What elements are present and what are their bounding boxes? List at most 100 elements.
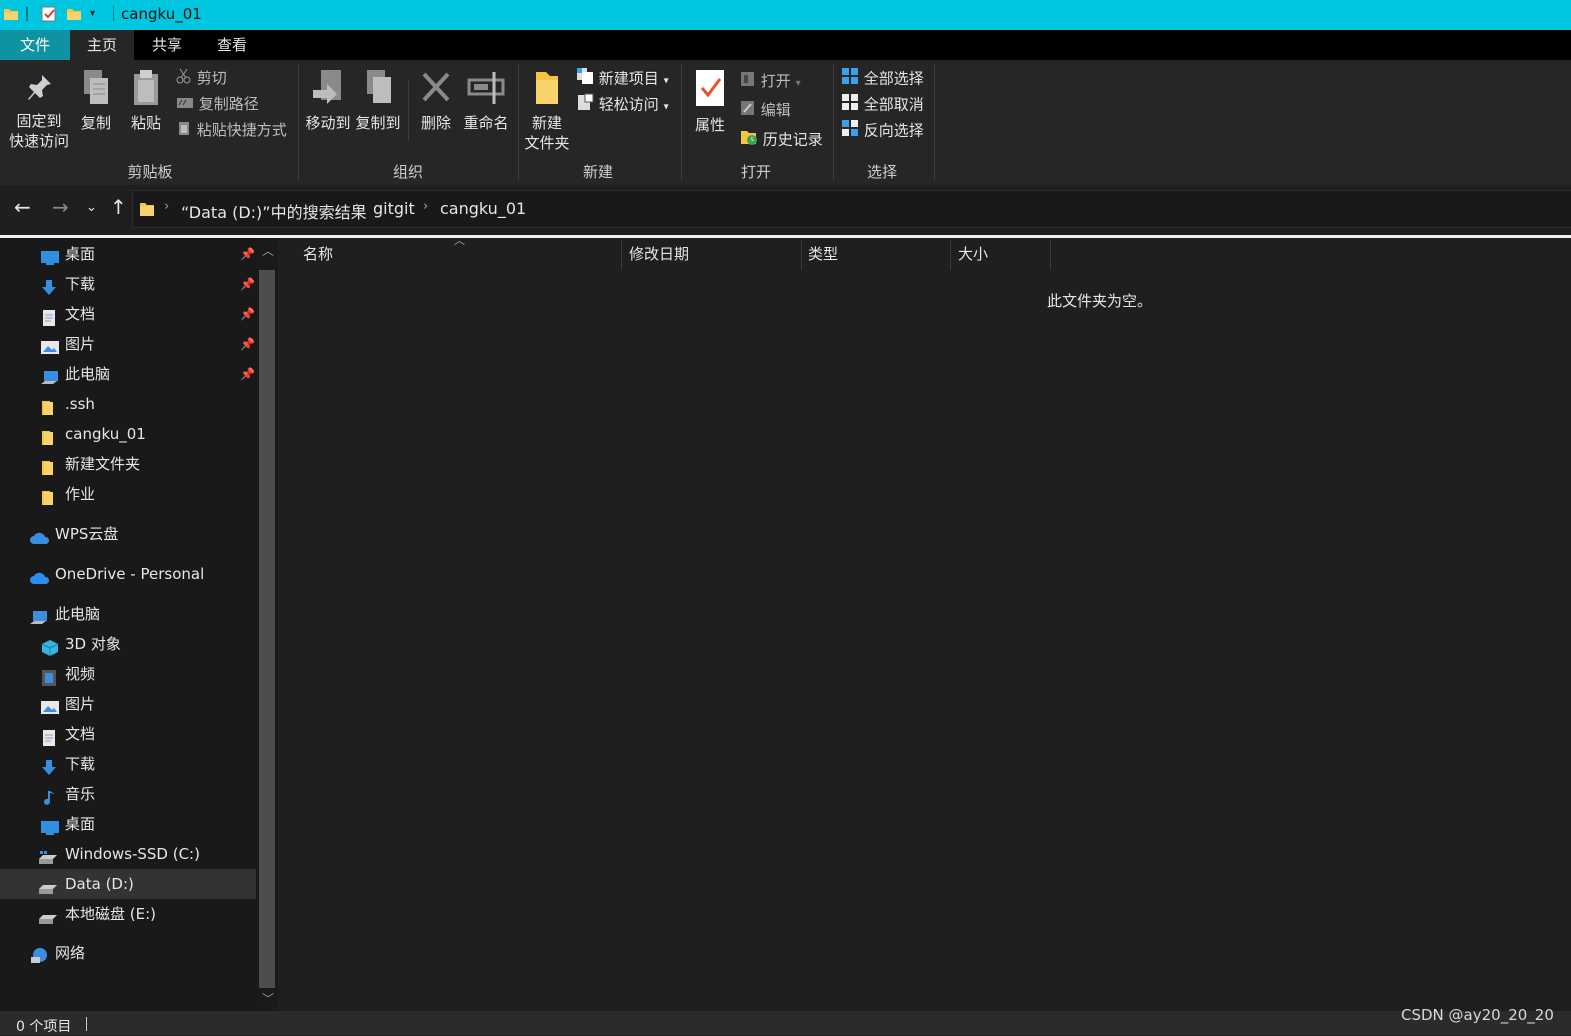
paste-shortcut-button[interactable]: 粘贴快捷方式 xyxy=(176,119,287,141)
tab-file[interactable]: 文件 xyxy=(0,30,70,60)
nav-item-new-folder[interactable]: 新建文件夹 xyxy=(0,449,256,479)
scroll-down-icon[interactable]: ﹀ xyxy=(262,990,274,1007)
file-list-pane[interactable]: ︿ 名称 修改日期 类型 大小 此文件夹为空。 xyxy=(278,234,1571,1011)
nav-item-desktop-pc[interactable]: 桌面 xyxy=(0,809,256,839)
copy-path-button[interactable]: 复制路径 xyxy=(176,93,259,115)
group-label-new: 新建 xyxy=(582,163,613,181)
recent-locations-chevron-icon[interactable]: ⌄ xyxy=(86,200,97,215)
scrollbar-thumb[interactable] xyxy=(259,270,275,988)
window-title: cangku_01 xyxy=(121,5,202,23)
cut-button[interactable]: 剪切 xyxy=(176,67,227,89)
nav-item-videos[interactable]: 视频 xyxy=(0,659,256,689)
customize-dropdown-icon[interactable]: ▾ xyxy=(90,8,106,24)
folder-icon xyxy=(41,456,57,475)
nav-item-cangku[interactable]: cangku_01 xyxy=(0,419,256,449)
address-bar[interactable]: › “Data (D:)”中的搜索结果 › gitgit › cangku_01 xyxy=(132,190,1571,228)
pin-to-quick-access-button[interactable]: 固定到 快速访问 xyxy=(6,72,72,151)
pin-icon[interactable]: 📌 xyxy=(240,329,255,359)
nav-item-pictures[interactable]: 图片 📌 xyxy=(0,329,256,359)
nav-item-music[interactable]: 音乐 xyxy=(0,779,256,809)
properties-button[interactable]: 属性 xyxy=(688,68,732,135)
pin-icon[interactable]: 📌 xyxy=(240,299,255,329)
nav-item-homework[interactable]: 作业 xyxy=(0,479,256,509)
rename-button[interactable]: 重命名 xyxy=(460,68,512,133)
paste-button[interactable]: 粘贴 xyxy=(126,68,166,133)
breadcrumb-separator-icon[interactable]: › xyxy=(164,199,169,214)
history-button[interactable]: 历史记录 xyxy=(740,128,823,150)
copy-to-button[interactable]: 复制到 xyxy=(354,68,402,133)
tab-share[interactable]: 共享 xyxy=(134,30,200,60)
cut-label: 剪切 xyxy=(196,69,227,87)
up-arrow-icon[interactable]: ↑ xyxy=(110,195,127,219)
open-label: 打开 xyxy=(760,72,791,90)
nav-item-ssh[interactable]: .ssh xyxy=(0,389,256,419)
nav-item-this-pc[interactable]: 此电脑 xyxy=(0,599,256,629)
nav-item-network[interactable]: 网络 xyxy=(0,938,256,968)
open-button[interactable]: 打开 ▾ xyxy=(740,70,801,92)
column-divider[interactable] xyxy=(801,240,802,270)
nav-item-documents-pc[interactable]: 文档 xyxy=(0,719,256,749)
breadcrumb-gitgit[interactable]: gitgit xyxy=(373,199,415,218)
edit-button[interactable]: 编辑 xyxy=(740,99,791,121)
nav-item-downloads[interactable]: 下载 📌 xyxy=(0,269,256,299)
invert-selection-icon xyxy=(841,119,859,143)
invert-selection-button[interactable]: 反向选择 xyxy=(841,119,924,141)
move-to-button[interactable]: 移动到 xyxy=(304,68,352,133)
tab-home[interactable]: 主页 xyxy=(70,30,134,60)
music-icon xyxy=(41,786,57,805)
column-divider[interactable] xyxy=(621,240,622,270)
nav-item-label: .ssh xyxy=(65,395,95,413)
nav-item-wps-cloud[interactable]: WPS云盘 xyxy=(0,519,256,549)
column-header-name[interactable]: 名称 xyxy=(303,238,333,270)
column-divider[interactable] xyxy=(1050,240,1051,270)
properties-check-icon[interactable] xyxy=(41,6,57,22)
nav-item-desktop[interactable]: 桌面 📌 xyxy=(0,239,256,269)
breadcrumb-cangku[interactable]: cangku_01 xyxy=(440,199,526,218)
nav-item-downloads-pc[interactable]: 下载 xyxy=(0,749,256,779)
breadcrumb-separator-icon[interactable]: › xyxy=(423,199,428,214)
new-folder-icon[interactable] xyxy=(66,6,82,22)
back-arrow-icon[interactable]: ← xyxy=(14,195,31,219)
nav-item-documents[interactable]: 文档 📌 xyxy=(0,299,256,329)
group-label-select: 选择 xyxy=(866,163,897,181)
nav-item-drive-e[interactable]: 本地磁盘 (E:) xyxy=(0,899,256,929)
new-folder-button[interactable]: 新建 文件夹 xyxy=(522,68,572,153)
column-header-type[interactable]: 类型 xyxy=(808,238,838,270)
pin-icon[interactable]: 📌 xyxy=(240,269,255,299)
folder-icon[interactable] xyxy=(3,6,19,22)
pin-icon[interactable]: 📌 xyxy=(240,359,255,389)
pin-icon[interactable]: 📌 xyxy=(240,239,255,269)
nav-item-pictures-pc[interactable]: 图片 xyxy=(0,689,256,719)
nav-pane-scrollbar[interactable]: ︿ ﹀ xyxy=(256,238,278,1011)
ribbon-tabs: 文件 主页 共享 查看 xyxy=(0,30,1571,60)
onedrive-cloud-icon xyxy=(30,566,50,584)
drive-icon xyxy=(38,906,57,924)
easy-access-button[interactable]: 轻松访问 ▾ xyxy=(576,93,669,115)
select-none-button[interactable]: 全部取消 xyxy=(841,93,924,115)
nav-item-label: 视频 xyxy=(65,665,96,683)
breadcrumb-search-results[interactable]: “Data (D:)”中的搜索结果 xyxy=(181,199,367,223)
computer-icon xyxy=(41,366,58,384)
history-label: 历史记录 xyxy=(762,130,823,149)
new-item-button[interactable]: 新建项目 ▾ xyxy=(576,67,669,89)
edit-pencil-icon xyxy=(740,100,756,122)
nav-item-this-pc-pinned[interactable]: 此电脑 📌 xyxy=(0,359,256,389)
video-icon xyxy=(41,666,57,686)
nav-item-onedrive[interactable]: OneDrive - Personal xyxy=(0,559,256,589)
column-header-date-modified[interactable]: 修改日期 xyxy=(629,238,689,270)
column-header-size[interactable]: 大小 xyxy=(958,238,988,270)
delete-button[interactable]: 删除 xyxy=(414,68,458,133)
nav-item-drive-d[interactable]: Data (D:) xyxy=(0,869,256,899)
column-divider[interactable] xyxy=(950,240,951,270)
nav-item-drive-c[interactable]: Windows-SSD (C:) xyxy=(0,839,256,869)
pin-label-line2: 快速访问 xyxy=(8,132,69,150)
forward-arrow-icon[interactable]: → xyxy=(52,195,69,219)
copy-button[interactable]: 复制 xyxy=(76,68,116,133)
select-all-button[interactable]: 全部选择 xyxy=(841,67,924,89)
tab-view[interactable]: 查看 xyxy=(200,30,264,60)
breadcrumb-separator-icon[interactable]: › xyxy=(355,199,360,214)
download-icon xyxy=(41,276,57,295)
pin-icon xyxy=(24,72,54,111)
scroll-up-icon[interactable]: ︿ xyxy=(262,242,274,259)
nav-item-3d-objects[interactable]: 3D 对象 xyxy=(0,629,256,659)
